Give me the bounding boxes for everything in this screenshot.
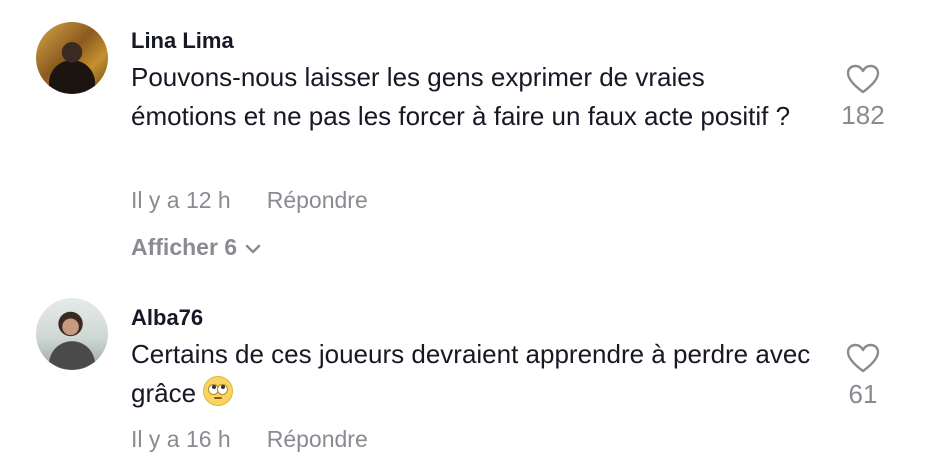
comment-text: Certains de ces joueurs devraient appren… bbox=[131, 335, 811, 413]
comment-meta: Il y a 12 h Répondre bbox=[131, 187, 368, 214]
avatar[interactable] bbox=[36, 22, 108, 94]
avatar[interactable] bbox=[36, 298, 108, 370]
heart-outline-icon[interactable] bbox=[846, 64, 880, 94]
comment-text: Pouvons-nous laisser les gens exprimer d… bbox=[131, 62, 791, 131]
like-control: 61 bbox=[833, 343, 893, 410]
view-replies-button[interactable]: Afficher 6 bbox=[131, 234, 261, 261]
like-control: 182 bbox=[833, 64, 893, 131]
comment-username[interactable]: Alba76 bbox=[131, 305, 203, 331]
comment-timestamp: Il y a 12 h bbox=[131, 187, 231, 213]
view-replies-label: Afficher 6 bbox=[131, 234, 238, 260]
rolling-eyes-emoji-icon bbox=[203, 376, 234, 406]
reply-button[interactable]: Répondre bbox=[267, 426, 368, 452]
chevron-down-icon bbox=[245, 244, 261, 254]
comment-text-body: Certains de ces joueurs devraient appren… bbox=[131, 339, 811, 408]
like-count: 61 bbox=[848, 379, 878, 409]
heart-outline-icon[interactable] bbox=[846, 343, 880, 373]
comment-meta: Il y a 16 h Répondre bbox=[131, 426, 368, 453]
reply-button[interactable]: Répondre bbox=[267, 187, 368, 213]
comment-timestamp: Il y a 16 h bbox=[131, 426, 231, 452]
comment-username[interactable]: Lina Lima bbox=[131, 28, 234, 54]
like-count: 182 bbox=[841, 100, 885, 130]
